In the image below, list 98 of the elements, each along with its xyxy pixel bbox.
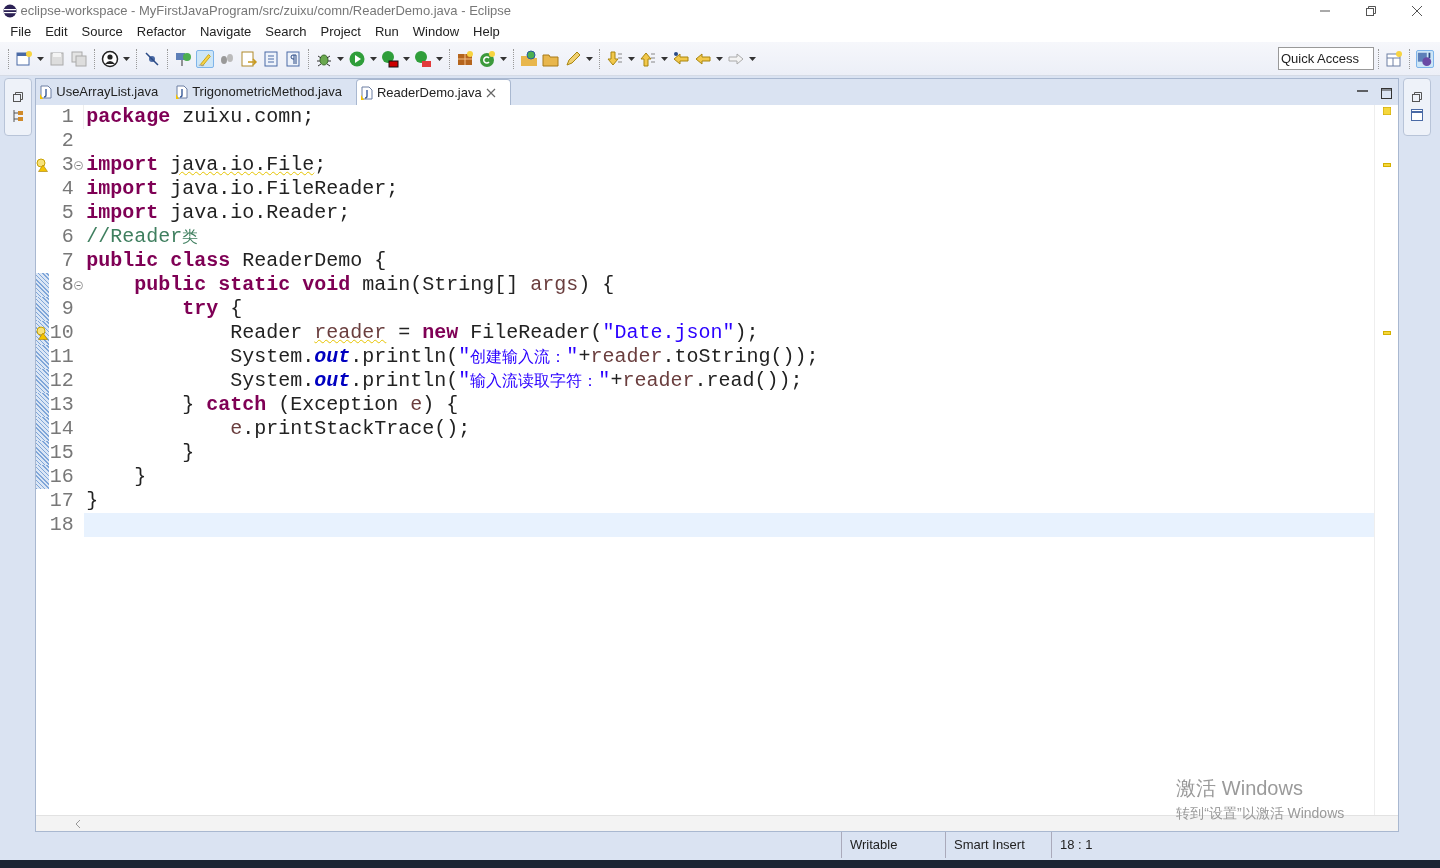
line-number: 11 — [49, 345, 74, 369]
dropdown-caret-icon[interactable] — [661, 56, 668, 61]
line-number: 6 — [60, 225, 74, 249]
warning-icon — [36, 158, 49, 172]
code-line: Reader reader = new FileReader("Date.json"); — [229, 321, 759, 344]
code-line: } — [181, 441, 195, 464]
dropdown-caret-icon[interactable] — [370, 56, 377, 61]
outline-view-icon[interactable] — [12, 108, 24, 123]
menu-item[interactable]: Search — [258, 22, 314, 42]
quick-access-field[interactable]: Quick Access — [1278, 47, 1374, 70]
scroll-left-icon[interactable] — [75, 819, 82, 828]
code-line: import java.io.Reader; — [86, 201, 351, 224]
line-number: 5 — [60, 201, 74, 225]
collapse-icon[interactable] — [73, 160, 83, 170]
warning-icon — [36, 326, 49, 340]
code-line: try { — [181, 297, 243, 320]
dropdown-caret-icon[interactable] — [123, 56, 130, 61]
line-number: 12 — [49, 369, 74, 393]
overview-status-icon — [1382, 107, 1391, 115]
code-line: System.out.println("创建输入流："+reader.toString()); — [229, 345, 819, 368]
java-file-icon — [176, 85, 189, 99]
dropdown-caret-icon[interactable] — [628, 56, 635, 61]
code-line: } — [86, 489, 99, 512]
status-field: Writable — [841, 832, 945, 858]
close-icon[interactable] — [485, 87, 496, 98]
warning-marker[interactable] — [1382, 163, 1391, 167]
package-icon[interactable] — [456, 49, 474, 68]
last-edit-icon[interactable] — [672, 49, 690, 68]
folder-globe-icon[interactable] — [520, 49, 538, 68]
document-arrow-icon[interactable] — [240, 49, 258, 68]
code-line: import java.io.FileReader; — [86, 177, 399, 200]
menu-item[interactable]: File — [3, 22, 39, 42]
status-field: 18 : 1 — [1051, 832, 1141, 858]
editor-tab[interactable]: UseArrayList.java — [36, 79, 173, 105]
line-number: 14 — [49, 417, 74, 441]
line-number: 8 — [60, 273, 74, 297]
dropdown-caret-icon[interactable] — [37, 56, 44, 61]
restore-icon[interactable] — [13, 92, 23, 102]
code-line: public static void main(String[] args) { — [133, 273, 615, 296]
dropdown-caret-icon[interactable] — [716, 56, 723, 61]
menu-item[interactable]: Refactor — [129, 22, 193, 42]
line-number: 3 — [60, 153, 74, 177]
dropdown-caret-icon[interactable] — [337, 56, 344, 61]
line-number: 18 — [49, 513, 74, 537]
warning-marker[interactable] — [1382, 331, 1391, 335]
window-title: eclipse-workspace - MyFirstJavaProgram/src/zuixu/comn/ReaderDemo.java - Eclipse — [20, 2, 512, 21]
editor-tab[interactable]: ReaderDemo.java — [355, 79, 511, 105]
line-number: 2 — [60, 129, 74, 153]
code-line: import java.io.File; — [86, 153, 327, 176]
activation-message: 转到“设置”以激活 Windows — [1176, 804, 1345, 823]
person-icon[interactable] — [101, 49, 119, 68]
menu-item[interactable]: Help — [466, 22, 507, 42]
panel-icon[interactable] — [1410, 108, 1423, 121]
menu-item[interactable]: Project — [313, 22, 368, 42]
line-number: 1 — [60, 105, 74, 129]
line-number: 17 — [49, 489, 74, 513]
menu-item[interactable]: Navigate — [192, 22, 259, 42]
line-number: 13 — [49, 393, 74, 417]
dropdown-caret-icon[interactable] — [586, 56, 593, 61]
code-line: } — [133, 465, 147, 488]
line-number: 15 — [49, 441, 74, 465]
menu-item[interactable]: Edit — [38, 22, 75, 42]
dropdown-caret-icon[interactable] — [436, 56, 443, 61]
code-line: //Reader类 — [86, 225, 199, 248]
line-number: 4 — [60, 177, 74, 201]
close-icon[interactable] — [1412, 6, 1422, 16]
java-perspective-icon[interactable] — [1416, 49, 1434, 68]
pilcrow-icon[interactable] — [284, 49, 302, 68]
code-line: System.out.println("输入流读取字符："+reader.read()); — [229, 369, 803, 392]
code-line: e.printStackTrace(); — [229, 417, 471, 440]
menu-item[interactable]: Window — [405, 22, 467, 42]
restore-icon[interactable] — [1411, 92, 1422, 102]
menu-item[interactable]: Run — [367, 22, 406, 42]
code-line: } catch (Exception e) { — [181, 393, 459, 416]
dropdown-caret-icon[interactable] — [403, 56, 410, 61]
skip-breakpoints-icon[interactable] — [143, 49, 161, 68]
dropdown-caret-icon[interactable] — [500, 56, 507, 61]
activation-title: 激活 Windows — [1176, 776, 1304, 801]
line-number: 16 — [49, 465, 74, 489]
new-file-icon[interactable] — [15, 49, 33, 68]
code-line: package zuixu.comn; — [86, 105, 315, 128]
open-perspective-icon[interactable] — [1385, 49, 1403, 68]
collapse-icon[interactable] — [73, 280, 83, 290]
line-number: 10 — [49, 321, 74, 345]
restore-icon[interactable] — [1366, 6, 1376, 16]
dropdown-caret-icon[interactable] — [749, 56, 756, 61]
editor-tab[interactable]: TrigonometricMethod.java — [172, 79, 356, 105]
code-line: public class ReaderDemo { — [86, 249, 387, 272]
line-number: 7 — [60, 249, 74, 273]
eclipse-logo-icon — [3, 4, 18, 18]
java-file-icon — [360, 85, 373, 100]
line-number: 9 — [60, 297, 74, 321]
status-field: Smart Insert — [945, 832, 1051, 858]
run-tool-icon[interactable] — [414, 49, 432, 68]
java-file-icon — [40, 85, 53, 99]
run-coverage-icon[interactable] — [381, 49, 399, 68]
maximize-icon[interactable] — [1380, 87, 1392, 99]
menu-item[interactable]: Source — [74, 22, 130, 42]
